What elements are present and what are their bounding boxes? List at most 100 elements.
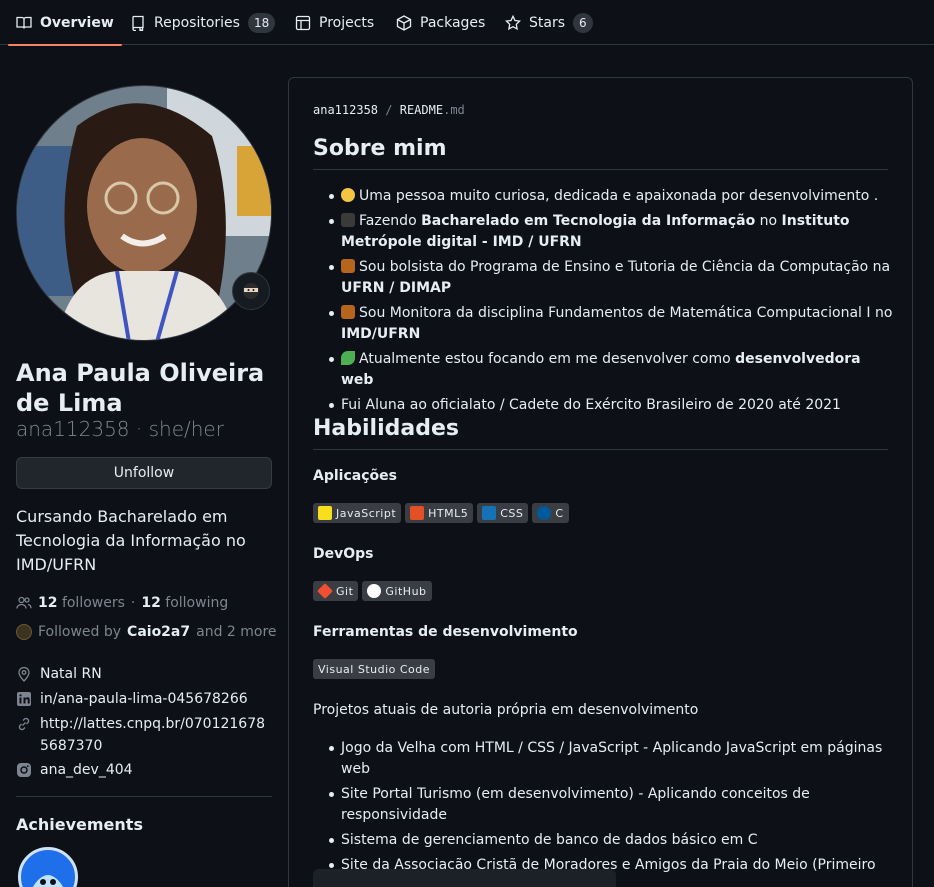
apps-heading: Aplicações (313, 468, 397, 484)
stars-count: 6 (573, 12, 593, 33)
github-logo-icon (367, 584, 382, 598)
followed-by-prefix: Followed by (38, 624, 122, 640)
following-count: 12 (141, 595, 161, 611)
profile-username: ana112358 · she/her (16, 417, 224, 441)
followers-link[interactable]: 12 followers (38, 595, 125, 611)
tab-label: Packages (420, 14, 486, 31)
website-item: http://lattes.cnpq.br/0701216785687370 (16, 713, 272, 757)
code-block (313, 869, 616, 887)
repo-count: 18 (247, 12, 276, 33)
tab-stars[interactable]: Stars 6 (505, 0, 593, 45)
followers-count: 12 (38, 595, 58, 611)
following-label: following (165, 595, 229, 611)
website-link[interactable]: http://lattes.cnpq.br/0701216785687370 (40, 713, 268, 757)
list-item-text: Fui Aluna ao oficialato / Cadete do Exér… (341, 397, 841, 413)
list-item: Fazendo Bacharelado em Tecnologia da Inf… (313, 211, 893, 253)
html5-logo-icon (410, 506, 425, 520)
location-item: Natal RN (16, 663, 102, 685)
achievement-badge[interactable] (18, 847, 78, 887)
list-item: Jogo da Velha com HTML / CSS / JavaScrip… (313, 738, 893, 780)
people-icon (16, 596, 32, 609)
thinking-emoji-icon (341, 188, 355, 202)
git-badge: Git (313, 581, 359, 601)
status-emoji-button[interactable] (232, 272, 270, 310)
section-title-habilidades: Habilidades (313, 416, 888, 450)
list-item: Sou bolsista do Programa de Ensino e Tut… (313, 257, 893, 299)
list-item: Sou Monitora da disciplina Fundamentos d… (313, 303, 893, 345)
follower-avatar[interactable] (16, 624, 32, 640)
javascript-logo-icon (318, 506, 332, 520)
list-item: Atualmente estou focando em me desenvolv… (313, 349, 893, 391)
github-badge: GitHub (362, 581, 432, 601)
list-item: Fui Aluna ao oficialato / Cadete do Exér… (313, 395, 893, 416)
html5-badge: HTML5 (405, 503, 474, 523)
badge-label: C (555, 506, 564, 520)
javascript-badge: JavaScript (313, 503, 402, 523)
list-item-text: no (755, 213, 782, 229)
list-item-bold: UFRN / DIMAP (341, 280, 452, 296)
apps-badges: JavaScript HTML5 CSS C (313, 503, 569, 523)
css-logo-icon (482, 506, 497, 520)
instagram-icon (17, 763, 31, 777)
tab-packages[interactable]: Packages (396, 0, 485, 45)
tools-badges: Visual Studio Code (313, 659, 436, 679)
linkedin-item: in/ana-paula-lima-045678266 (16, 688, 248, 710)
instagram-item: ana_dev_404 (16, 759, 133, 781)
follow-stats: 12 followers · 12 following (16, 595, 228, 611)
list-item-text: Atualmente estou focando em me desenvolv… (359, 351, 736, 367)
followed-by-user-link[interactable]: Caio2a7 (127, 624, 190, 640)
package-icon (396, 14, 412, 31)
readme-filename[interactable]: README (400, 103, 443, 117)
readme-owner-link[interactable]: ana112358 (313, 103, 378, 117)
devops-heading: DevOps (313, 546, 374, 562)
shark-icon (32, 875, 64, 887)
instagram-link[interactable]: ana_dev_404 (40, 759, 133, 781)
list-item-text: Fazendo (359, 213, 422, 229)
badge-label: GitHub (385, 584, 427, 598)
tools-heading: Ferramentas de desenvolvimento (313, 624, 578, 640)
linkedin-icon (17, 692, 31, 706)
c-logo-icon (537, 506, 552, 520)
about-list: Uma pessoa muito curiosa, dedicada e apa… (313, 186, 893, 420)
tab-label: Projects (319, 14, 375, 31)
breadcrumb-separator: / (385, 103, 393, 117)
badge-label: Visual Studio Code (318, 662, 431, 676)
profile-fullname: Ana Paula Oliveira de Lima (16, 359, 265, 417)
profile-bio: Cursando Bacharelado em Tecnologia da In… (16, 507, 246, 574)
list-item: Uma pessoa muito curiosa, dedicada e apa… (313, 186, 893, 207)
list-item-text: Sou bolsista do Programa de Ensino e Tut… (359, 259, 891, 275)
followed-by-more-link[interactable]: and 2 more (196, 624, 276, 640)
location-text: Natal RN (40, 666, 102, 682)
book-icon (16, 16, 32, 29)
c-badge: C (532, 503, 569, 523)
list-item: Sistema de gerenciamento de banco de dad… (313, 830, 893, 851)
seedling-emoji-icon (341, 351, 355, 365)
section-title-sobre-mim: Sobre mim (313, 136, 888, 170)
location-pin-icon (18, 666, 30, 682)
list-item: Site Portal Turismo (em desenvolvimento)… (313, 784, 893, 826)
achievements-heading: Achievements (16, 815, 143, 834)
tab-overview[interactable]: Overview (8, 0, 122, 46)
profile-tab-nav: Overview Repositories 18 Projects Packag… (0, 0, 934, 46)
briefcase-emoji-icon (341, 259, 355, 273)
following-link[interactable]: 12 following (141, 595, 228, 611)
tab-projects[interactable]: Projects (295, 0, 374, 45)
sidebar-divider (16, 796, 272, 797)
tab-repositories[interactable]: Repositories 18 (130, 0, 276, 45)
list-item-text: Sou Monitora da disciplina Fundamentos d… (359, 305, 893, 321)
ninja-icon (243, 283, 259, 299)
avatar-photo (17, 86, 271, 340)
css-badge: CSS (477, 503, 529, 523)
link-icon (18, 717, 30, 731)
tab-label: Stars (529, 14, 566, 31)
grad-cap-emoji-icon (341, 213, 355, 227)
git-logo-icon (317, 583, 333, 599)
list-item-bold: IMD/UFRN (341, 326, 421, 342)
linkedin-link[interactable]: in/ana-paula-lima-045678266 (40, 688, 248, 710)
repo-icon (132, 15, 144, 31)
briefcase-emoji-icon (341, 305, 355, 319)
avatar[interactable] (16, 85, 272, 341)
badge-label: JavaScript (336, 506, 397, 520)
vscode-badge: Visual Studio Code (313, 659, 436, 679)
unfollow-button[interactable]: Unfollow (16, 457, 272, 489)
